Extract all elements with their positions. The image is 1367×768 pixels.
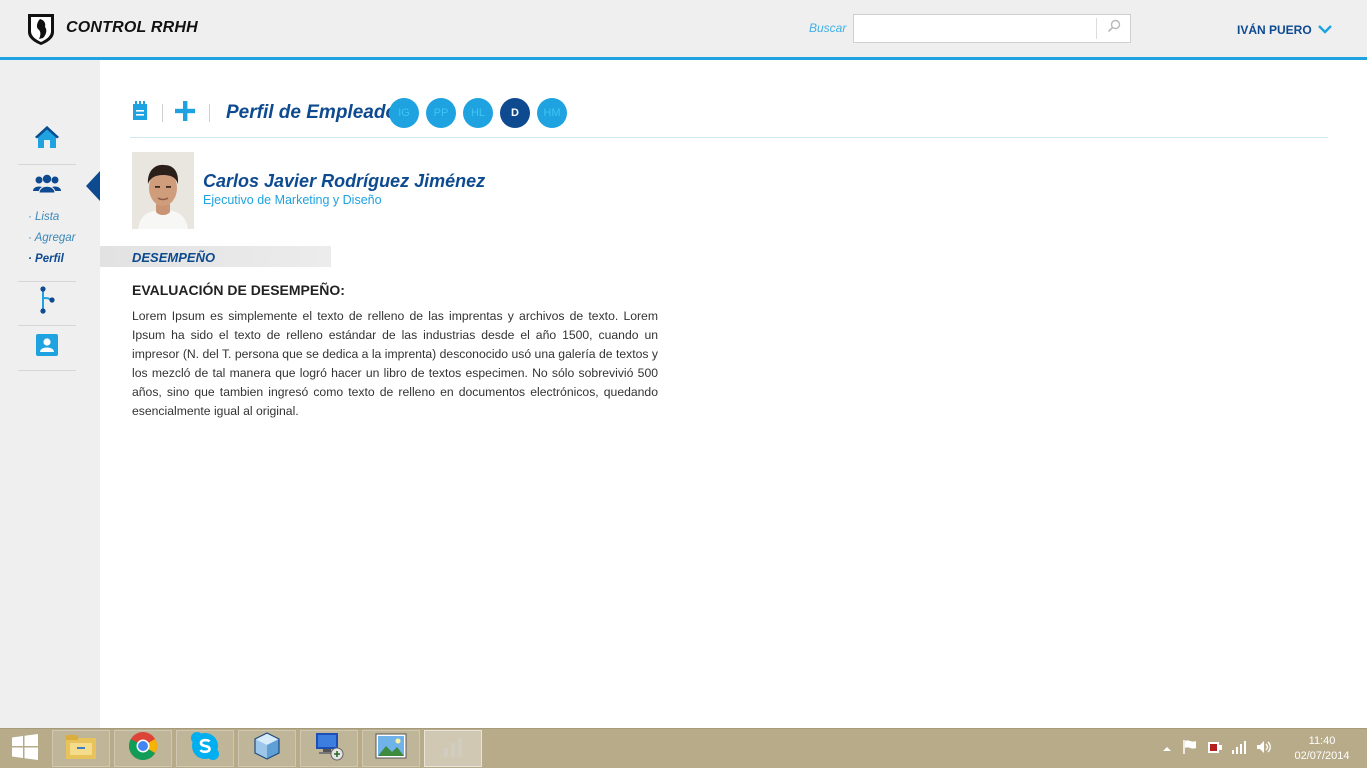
search-icon <box>1107 19 1121 38</box>
tab-hm[interactable]: HM <box>537 98 567 128</box>
hierarchy-icon <box>37 285 57 319</box>
employee-role: Ejecutivo de Marketing y Diseño <box>203 193 382 207</box>
divider <box>18 281 76 282</box>
sidebar-item-org-chart[interactable] <box>30 285 64 319</box>
sidebar-item-home[interactable] <box>30 124 64 154</box>
taskbar-app[interactable] <box>424 730 482 767</box>
skype-icon <box>190 731 220 766</box>
taskbar-virtualbox[interactable] <box>238 730 296 767</box>
chevron-up-icon <box>1162 740 1172 758</box>
clock-time: 11:40 <box>1308 735 1336 747</box>
search-button[interactable] <box>1096 18 1130 39</box>
tab-hl[interactable]: HL <box>463 98 493 128</box>
tray-show-hidden[interactable] <box>1159 741 1175 757</box>
search-input[interactable] <box>854 15 1096 42</box>
contact-card-icon <box>36 333 58 361</box>
app-title: CONTROL RRHH <box>66 19 198 36</box>
divider <box>18 325 76 326</box>
logo-icon[interactable] <box>26 12 56 46</box>
taskbar-photo-viewer[interactable] <box>362 730 420 767</box>
divider <box>209 104 210 122</box>
plus-icon <box>175 100 195 126</box>
chrome-icon <box>128 731 158 766</box>
evaluation-heading: EVALUACIÓN DE DESEMPEÑO: <box>132 282 345 298</box>
sidebar: · Lista · Agregar · Perfil <box>0 60 100 728</box>
divider <box>18 370 76 371</box>
active-indicator <box>86 171 100 201</box>
sidebar-subitem-perfil[interactable]: · Perfil <box>28 253 64 265</box>
sidebar-subitem-agregar[interactable]: · Agregar <box>28 232 76 244</box>
add-button[interactable] <box>175 100 195 126</box>
virtualbox-icon <box>252 731 282 766</box>
home-icon <box>34 125 60 154</box>
page-title: Perfil de Empleado <box>226 102 398 123</box>
divider <box>18 164 76 165</box>
signal-icon <box>1231 740 1247 759</box>
speaker-icon <box>1256 739 1272 760</box>
tab-ig[interactable]: IG <box>389 98 419 128</box>
taskbar-chrome[interactable] <box>114 730 172 767</box>
windows-logo-icon <box>12 733 38 765</box>
sidebar-subitem-lista[interactable]: · Lista <box>28 211 59 223</box>
sidebar-item-profile-card[interactable] <box>30 332 64 362</box>
tray-volume[interactable] <box>1256 739 1272 760</box>
start-button[interactable] <box>0 729 50 768</box>
profile-toolbar: Perfil de Empleado IG PP HL D HM <box>130 96 1328 138</box>
remote-desktop-icon <box>313 731 345 766</box>
sidebar-item-employees[interactable] <box>30 171 64 201</box>
tray-network[interactable] <box>1231 740 1247 759</box>
tray-action-center[interactable] <box>1182 739 1198 760</box>
app-icon <box>440 734 466 763</box>
taskbar-file-explorer[interactable] <box>52 730 110 767</box>
taskbar-remote-desktop[interactable] <box>300 730 358 767</box>
flag-icon <box>1182 739 1198 760</box>
clipboard-button[interactable] <box>130 100 150 126</box>
battery-icon <box>1207 739 1223 760</box>
section-title: DESEMPEÑO <box>132 250 216 265</box>
search-box <box>853 14 1131 43</box>
employee-photo <box>132 152 194 229</box>
evaluation-text: Lorem Ipsum es simplemente el texto de r… <box>132 309 658 419</box>
tab-d[interactable]: D <box>500 98 530 128</box>
tab-pp[interactable]: PP <box>426 98 456 128</box>
taskbar-clock[interactable]: 11:40 02/07/2014 <box>1282 734 1362 764</box>
user-menu[interactable]: IVÁN PUERO <box>1237 21 1332 39</box>
taskbar-skype[interactable] <box>176 730 234 767</box>
clock-date: 02/07/2014 <box>1294 750 1350 762</box>
users-icon <box>32 174 62 199</box>
divider <box>162 104 163 122</box>
tray-battery[interactable] <box>1207 741 1223 757</box>
file-explorer-icon <box>65 732 97 765</box>
user-name: IVÁN PUERO <box>1237 23 1312 37</box>
taskbar: 11:40 02/07/2014 <box>0 728 1367 768</box>
photo-viewer-icon <box>375 733 407 764</box>
employee-name: Carlos Javier Rodríguez Jiménez <box>203 171 486 191</box>
app-header: CONTROL RRHH Buscar IVÁN PUERO <box>0 0 1367 60</box>
clipboard-icon <box>132 100 148 126</box>
chevron-down-icon <box>1317 21 1332 39</box>
search-label: Buscar <box>809 21 847 35</box>
